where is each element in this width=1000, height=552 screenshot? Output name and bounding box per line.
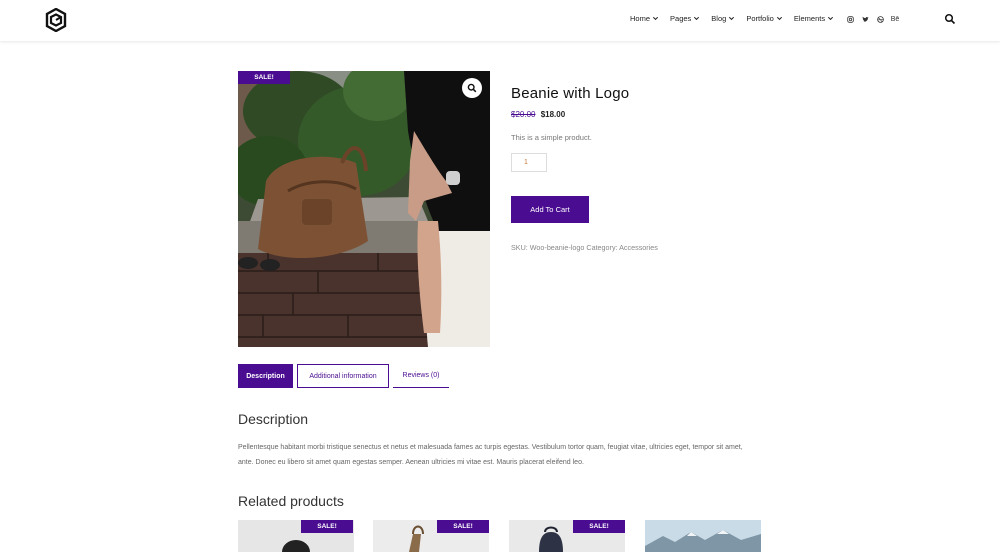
tab-additional-information[interactable]: Additional information [297, 364, 389, 388]
sale-badge: SALE! [238, 71, 290, 84]
short-description: This is a simple product. [511, 133, 592, 142]
site-header: Home Pages Blog Portfolio Elements Bē [0, 0, 1000, 41]
tab-reviews[interactable]: Reviews (0) [393, 364, 449, 388]
chevron-down-icon [694, 16, 700, 21]
search-icon[interactable] [944, 13, 956, 25]
product-title: Beanie with Logo [511, 85, 630, 102]
zoom-icon [467, 83, 477, 93]
nav-pages-label: Pages [670, 14, 692, 23]
nav-portfolio[interactable]: Portfolio [746, 14, 783, 23]
nav-portfolio-label: Portfolio [746, 14, 774, 23]
dribbble-icon[interactable] [876, 14, 884, 24]
chevron-down-icon [776, 16, 782, 21]
nav-blog-label: Blog [711, 14, 727, 23]
add-to-cart-button[interactable]: Add To Cart [511, 196, 589, 223]
product-photo [238, 71, 490, 347]
price-original: $20.00 [511, 110, 536, 119]
product-price: $20.00 $18.00 [511, 110, 565, 119]
twitter-icon[interactable] [861, 14, 869, 24]
nav-pages[interactable]: Pages [670, 14, 700, 23]
instagram-icon[interactable] [846, 14, 854, 24]
sale-badge: SALE! [437, 520, 489, 533]
related-product-4[interactable] [645, 520, 761, 552]
sale-badge: SALE! [301, 520, 353, 533]
brand-logo[interactable] [45, 8, 67, 32]
nav-home[interactable]: Home [630, 14, 659, 23]
nav-elements[interactable]: Elements [794, 14, 834, 23]
related-products-heading: Related products [238, 493, 344, 509]
sale-badge: SALE! [573, 520, 625, 533]
nav-blog[interactable]: Blog [711, 14, 735, 23]
product-image[interactable] [238, 71, 490, 347]
related-product-image [645, 520, 761, 552]
nav-elements-label: Elements [793, 14, 826, 23]
main-nav: Home Pages Blog Portfolio Elements [630, 14, 834, 23]
chevron-down-icon [828, 16, 834, 21]
price-sale: $18.00 [540, 110, 566, 119]
chevron-down-icon [652, 16, 659, 21]
quantity-input[interactable]: 1 [511, 153, 547, 172]
product-meta: SKU: Woo-beanie-logo Category: Accessori… [511, 243, 658, 252]
chevron-down-icon [729, 16, 735, 21]
nav-home-label: Home [630, 14, 651, 23]
social-links: Bē [846, 14, 899, 24]
description-text: Pellentesque habitant morbi tristique se… [238, 444, 743, 466]
behance-icon[interactable]: Bē [891, 14, 900, 24]
description-heading: Description [238, 411, 309, 427]
tab-description[interactable]: Description [238, 364, 293, 388]
zoom-button[interactable] [462, 78, 482, 98]
